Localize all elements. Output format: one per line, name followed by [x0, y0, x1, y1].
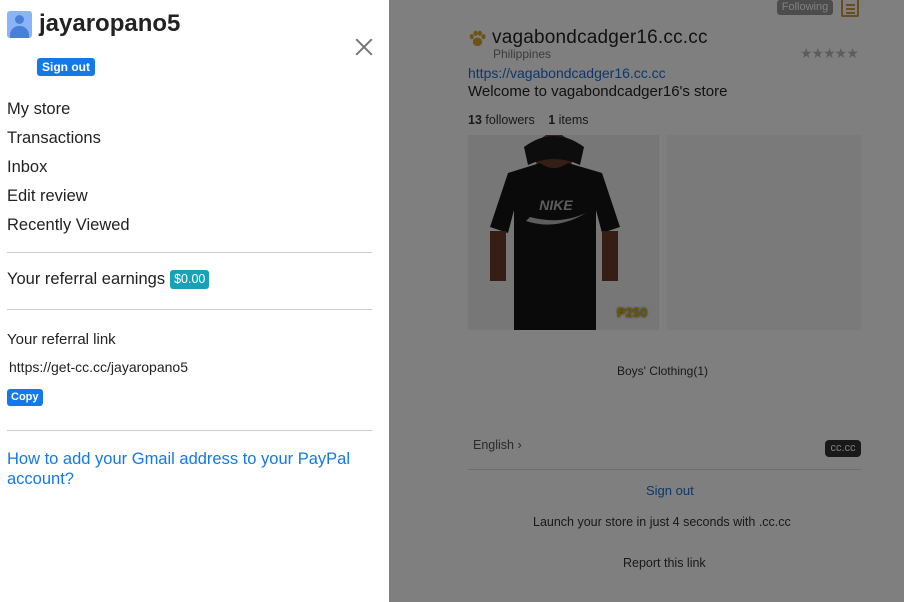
menu-item-transactions[interactable]: Transactions [7, 126, 130, 155]
username: jayaropano5 [39, 10, 181, 37]
copy-button[interactable]: Copy [7, 389, 43, 406]
divider [7, 430, 372, 431]
user-header: jayaropano5 [7, 10, 180, 38]
menu-item-my-store[interactable]: My store [7, 97, 130, 126]
user-drawer: jayaropano5 Sign out My store Transactio… [0, 0, 389, 602]
menu-item-inbox[interactable]: Inbox [7, 155, 130, 184]
avatar-icon [7, 10, 32, 38]
menu-item-edit-review[interactable]: Edit review [7, 184, 130, 213]
close-icon[interactable] [354, 37, 374, 57]
referral-earnings-badge: $0.00 [170, 270, 210, 289]
modal-overlay[interactable] [389, 0, 904, 602]
referral-link-text: https://get-cc.cc/jayaropano5 [9, 359, 188, 375]
drawer-menu: My store Transactions Inbox Edit review … [7, 97, 130, 242]
divider [7, 309, 372, 310]
referral-link-label: Your referral link [7, 331, 116, 348]
divider [7, 252, 372, 253]
referral-earnings-label: Your referral earnings [7, 270, 166, 288]
sign-out-button[interactable]: Sign out [37, 58, 95, 76]
paypal-help-link[interactable]: How to add your Gmail address to your Pa… [7, 449, 377, 489]
referral-earnings: Your referral earnings $0.00 [7, 270, 210, 289]
menu-item-recently-viewed[interactable]: Recently Viewed [7, 213, 130, 242]
